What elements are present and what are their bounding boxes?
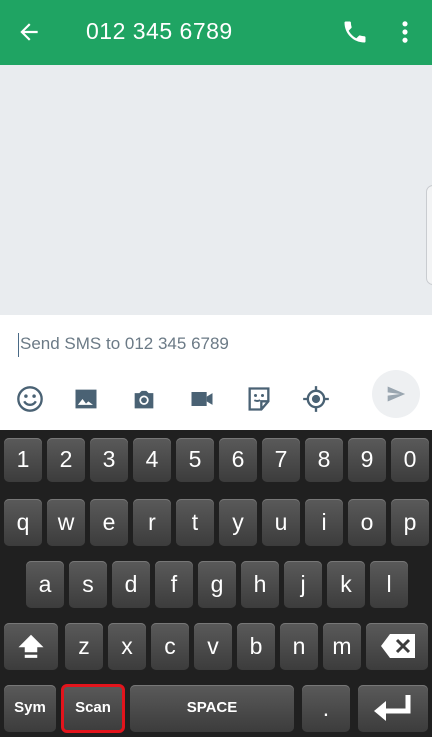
key-k[interactable]: k [327, 561, 365, 608]
scan-key[interactable]: Scan [61, 684, 125, 733]
send-icon [387, 386, 406, 402]
key-i[interactable]: i [305, 499, 343, 546]
send-button[interactable] [372, 370, 420, 418]
key-a[interactable]: a [26, 561, 64, 608]
key-8[interactable]: 8 [305, 438, 343, 482]
key-4[interactable]: 4 [133, 438, 171, 482]
key-w[interactable]: w [47, 499, 85, 546]
key-m[interactable]: m [323, 623, 361, 670]
key-l[interactable]: l [370, 561, 408, 608]
key-0[interactable]: 0 [391, 438, 429, 482]
location-icon[interactable] [302, 385, 330, 413]
key-7[interactable]: 7 [262, 438, 300, 482]
composer: Send SMS to 012 345 6789 [0, 315, 432, 430]
conversation-title: 012 345 6789 [86, 18, 233, 44]
key-n[interactable]: n [280, 623, 318, 670]
key-p[interactable]: p [391, 499, 429, 546]
message-input[interactable]: Send SMS to 012 345 6789 [18, 333, 398, 357]
key-q[interactable]: q [4, 499, 42, 546]
arrow-back-icon[interactable] [16, 18, 42, 46]
key-c[interactable]: c [151, 623, 189, 670]
key-e[interactable]: e [90, 499, 128, 546]
key-g[interactable]: g [198, 561, 236, 608]
emoji-icon[interactable] [16, 385, 44, 413]
scroll-edge [426, 185, 432, 285]
key-y[interactable]: y [219, 499, 257, 546]
key-6[interactable]: 6 [219, 438, 257, 482]
key-t[interactable]: t [176, 499, 214, 546]
sym-key[interactable]: Sym [4, 685, 56, 732]
key-j[interactable]: j [284, 561, 322, 608]
enter-icon [374, 695, 411, 721]
key-v[interactable]: v [194, 623, 232, 670]
sticker-icon[interactable] [245, 385, 273, 413]
key-o[interactable]: o [348, 499, 386, 546]
key-h[interactable]: h [241, 561, 279, 608]
key-z[interactable]: z [65, 623, 103, 670]
shift-key[interactable] [4, 623, 58, 670]
enter-key[interactable] [358, 685, 428, 732]
key-r[interactable]: r [133, 499, 171, 546]
keyboard: 1 2 3 4 5 6 7 8 9 0 q w e r t y u i o p … [0, 430, 432, 737]
more-vert-icon[interactable] [395, 18, 415, 46]
backspace-icon [381, 634, 415, 658]
key-d[interactable]: d [112, 561, 150, 608]
space-key[interactable]: SPACE [130, 685, 294, 732]
key-s[interactable]: s [69, 561, 107, 608]
key-1[interactable]: 1 [4, 438, 42, 482]
message-list[interactable] [0, 65, 432, 315]
backspace-key[interactable] [366, 623, 428, 670]
key-period[interactable]: . [302, 685, 350, 732]
key-2[interactable]: 2 [47, 438, 85, 482]
image-icon[interactable] [72, 385, 100, 413]
shift-icon [18, 634, 44, 658]
key-u[interactable]: u [262, 499, 300, 546]
key-x[interactable]: x [108, 623, 146, 670]
key-3[interactable]: 3 [90, 438, 128, 482]
key-b[interactable]: b [237, 623, 275, 670]
key-9[interactable]: 9 [348, 438, 386, 482]
phone-icon[interactable] [341, 18, 369, 46]
camera-icon[interactable] [130, 385, 158, 413]
video-icon[interactable] [188, 385, 216, 413]
key-5[interactable]: 5 [176, 438, 214, 482]
app-bar: 012 345 6789 [0, 0, 432, 65]
key-f[interactable]: f [155, 561, 193, 608]
